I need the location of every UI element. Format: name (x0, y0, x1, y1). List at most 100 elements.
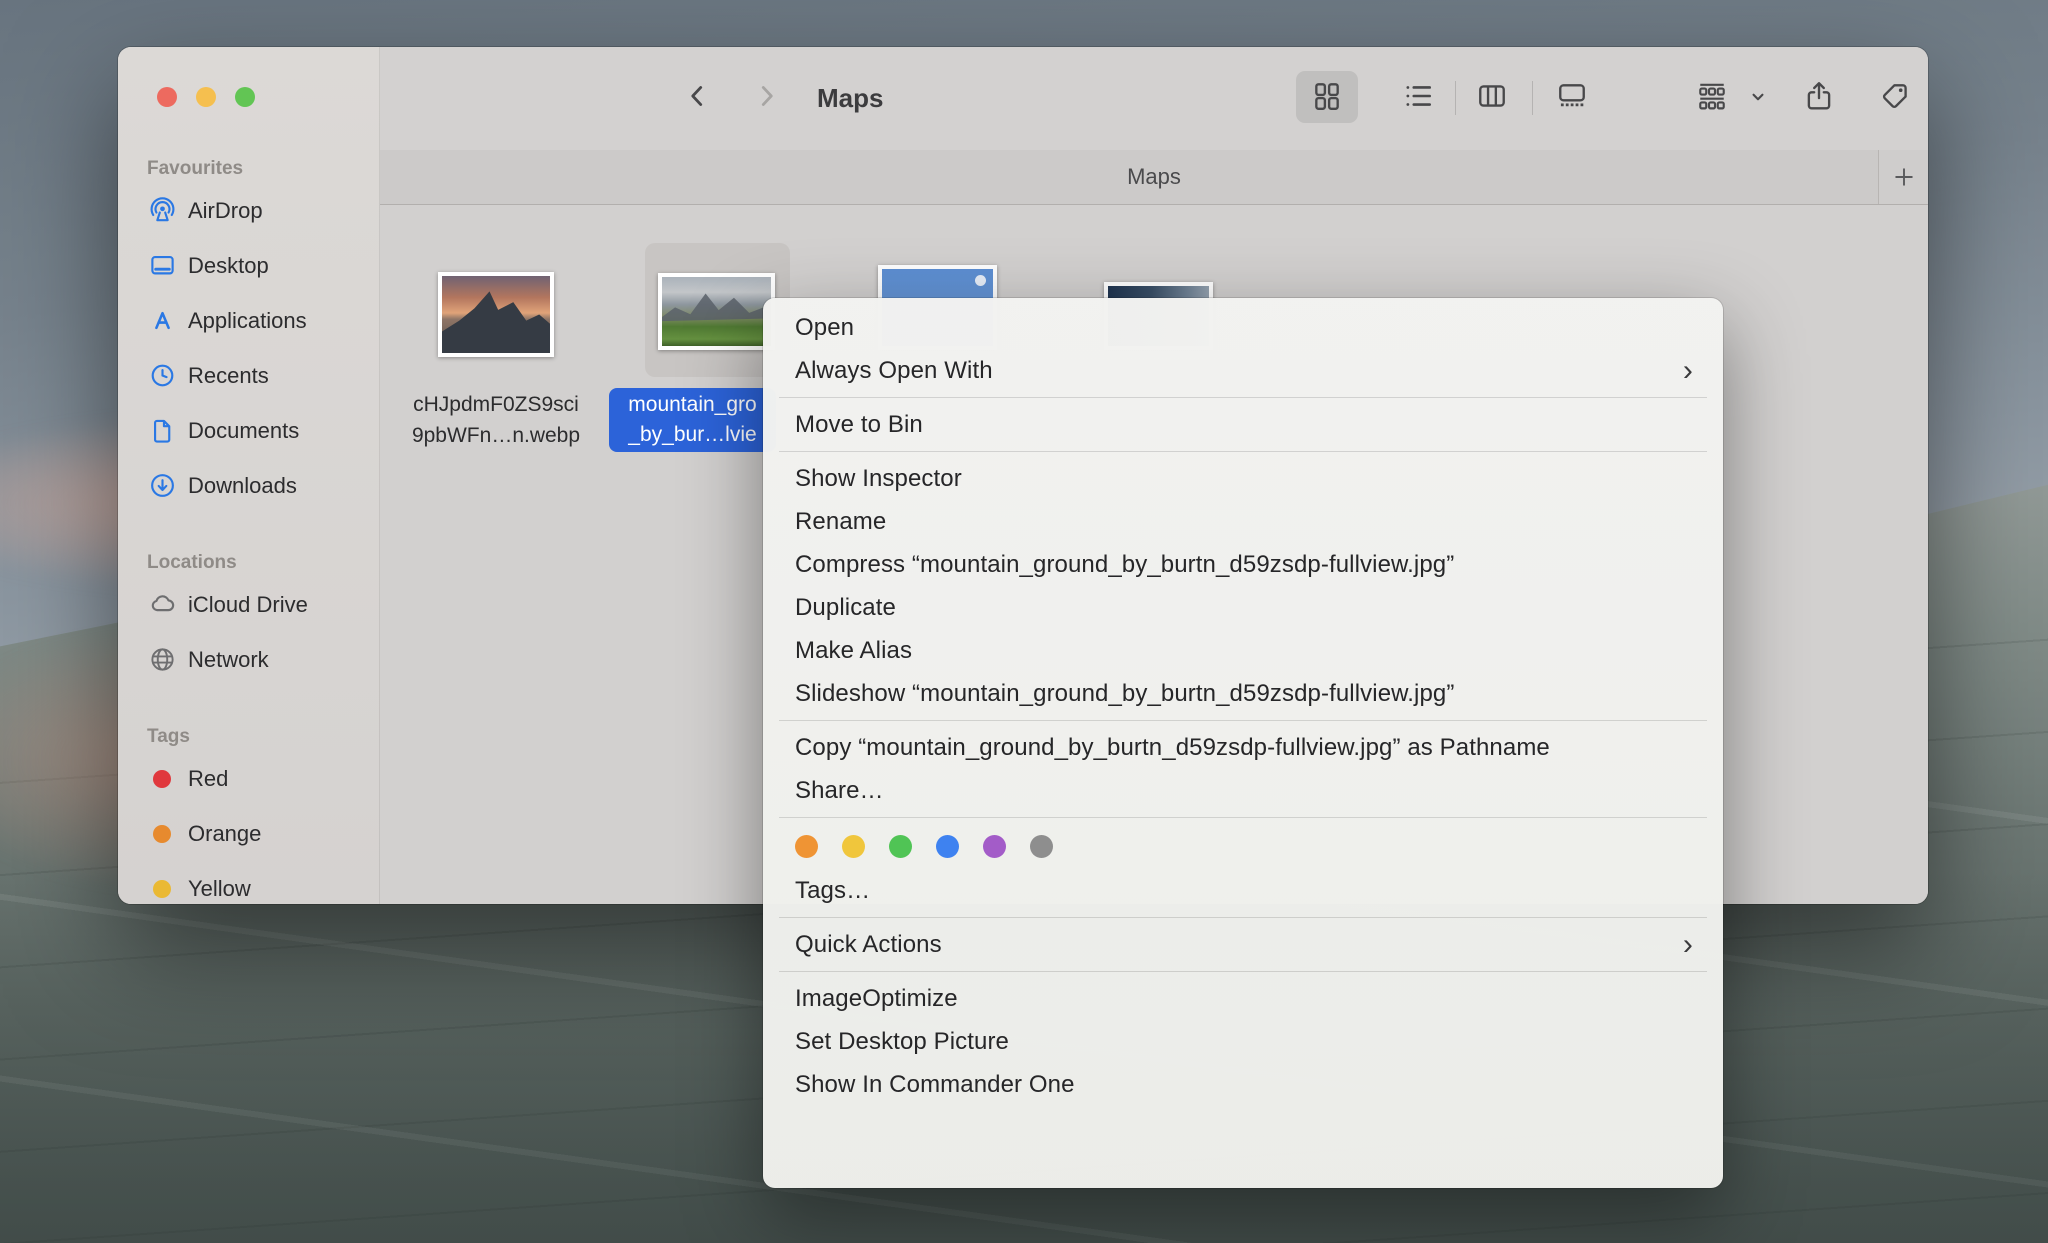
menu-item-label: Always Open With (795, 356, 993, 384)
desktop-icon (147, 251, 177, 281)
minimize-button[interactable] (196, 87, 216, 107)
sidebar-item-orange[interactable]: Orange (118, 806, 379, 861)
chevron-right-icon (761, 86, 773, 106)
menu-item-make-alias[interactable]: Make Alias (763, 629, 1723, 672)
tag-color-dot[interactable] (889, 834, 912, 858)
menu-item-label: Slideshow “mountain_ground_by_burtn_d59z… (795, 679, 1455, 707)
menu-item-copy-mountain-ground-by-burtn-d59zsdp-fu[interactable]: Copy “mountain_ground_by_burtn_d59zsdp-f… (763, 726, 1723, 769)
share-button[interactable] (1799, 76, 1839, 116)
tab-bar: Maps (380, 150, 1928, 205)
new-tab-button[interactable] (1878, 150, 1928, 204)
submenu-chevron-icon: › (1682, 353, 1693, 387)
screen: Favourites AirDrop Desktop Applications Rece… (0, 0, 2048, 1243)
menu-item-move-to-bin[interactable]: Move to Bin (763, 403, 1723, 446)
menu-item-compress-mountain-ground-by-burtn-d59zsd[interactable]: Compress “mountain_ground_by_burtn_d59zs… (763, 543, 1723, 586)
menu-item-label: ImageOptimize (795, 984, 958, 1012)
tag-color-dot[interactable] (795, 834, 818, 858)
menu-item-always-open-with[interactable]: Always Open With › (763, 349, 1723, 392)
tag-color-dot[interactable] (983, 834, 1006, 858)
sidebar-item-label: Red (188, 765, 229, 791)
menu-item-show-in-commander-one[interactable]: Show In Commander One (763, 1063, 1723, 1106)
gallery-view-button[interactable] (1552, 76, 1592, 116)
chevron-down-icon (1752, 93, 1764, 101)
sidebar-item-yellow[interactable]: Yellow (118, 861, 379, 904)
menu-item-imageoptimize[interactable]: ImageOptimize (763, 977, 1723, 1020)
group-by-icon (1699, 83, 1725, 110)
sidebar-item-network[interactable]: Network (118, 632, 379, 687)
menu-item-label: Share… (795, 776, 884, 804)
sidebar-item-red[interactable]: Red (118, 751, 379, 806)
menu-item-label: Show In Commander One (795, 1070, 1075, 1098)
menu-item-quick-actions[interactable]: Quick Actions › (763, 923, 1723, 966)
sidebar-item-label: Desktop (188, 252, 269, 278)
sidebar-item-label: Network (188, 646, 269, 672)
downloads-icon (147, 471, 177, 501)
network-icon (147, 645, 177, 675)
menu-item-label: Compress “mountain_ground_by_burtn_d59zs… (795, 550, 1455, 578)
menu-item-open[interactable]: Open (763, 306, 1723, 349)
green-alps-thumbnail[interactable] (658, 273, 775, 350)
tag-color-dot[interactable] (1030, 834, 1053, 858)
sidebar-item-icloud-drive[interactable]: iCloud Drive (118, 577, 379, 632)
submenu-chevron-icon: › (1682, 927, 1693, 961)
matterhorn-sunset-thumbnail[interactable] (438, 272, 554, 357)
zoom-button[interactable] (235, 87, 255, 107)
menu-item-label: Rename (795, 507, 887, 535)
menu-separator (779, 971, 1707, 972)
columns-view-button[interactable] (1472, 76, 1512, 116)
sidebar-section-heading: Tags (147, 726, 190, 747)
sidebar-item-label: Documents (188, 417, 300, 443)
window-controls (157, 87, 255, 107)
sidebar-item-airdrop[interactable]: AirDrop (118, 183, 379, 238)
close-button[interactable] (157, 87, 177, 107)
menu-item-show-inspector[interactable]: Show Inspector (763, 457, 1723, 500)
tag-dot-icon (147, 819, 177, 849)
menu-item-label: Set Desktop Picture (795, 1027, 1009, 1055)
sidebar-item-desktop[interactable]: Desktop (118, 238, 379, 293)
menu-separator (779, 451, 1707, 452)
icloud-icon (147, 590, 177, 620)
sidebar-item-applications[interactable]: Applications (118, 293, 379, 348)
menu-item-label: Show Inspector (795, 464, 962, 492)
plus-icon (1894, 168, 1913, 186)
back-button[interactable] (677, 76, 717, 116)
tab-maps[interactable]: Maps (380, 150, 1878, 204)
sidebar-item-documents[interactable]: Documents (118, 403, 379, 458)
tag-dot-icon (147, 874, 177, 904)
grid-view-button[interactable] (1307, 76, 1347, 116)
menu-item-label: Make Alias (795, 636, 913, 664)
airdrop-icon (147, 196, 177, 226)
documents-icon (147, 416, 177, 446)
menu-separator (779, 720, 1707, 721)
sidebar-item-recents[interactable]: Recents (118, 348, 379, 403)
share-icon (1807, 82, 1831, 110)
menu-item-slideshow-mountain-ground-by-burtn-d59zs[interactable]: Slideshow “mountain_ground_by_burtn_d59z… (763, 672, 1723, 715)
gallery-view-icon (1559, 84, 1585, 107)
sidebar-item-label: Downloads (188, 472, 297, 498)
grid-view-icon (1315, 83, 1339, 110)
chevron-left-icon (691, 86, 703, 106)
sidebar-item-label: iCloud Drive (188, 591, 308, 617)
list-view-button[interactable] (1398, 76, 1438, 116)
sidebar-item-downloads[interactable]: Downloads (118, 458, 379, 513)
sidebar-section-heading: Favourites (147, 158, 244, 179)
menu-item-share[interactable]: Share… (763, 769, 1723, 812)
menu-item-label: Copy “mountain_ground_by_burtn_d59zsdp-f… (795, 733, 1550, 761)
file-name-selected: mountain_gro _by_bur…lvie (609, 388, 776, 452)
toolbar: Maps (380, 47, 1928, 151)
menu-item-duplicate[interactable]: Duplicate (763, 586, 1723, 629)
tag-color-dot[interactable] (936, 834, 959, 858)
forward-button[interactable] (747, 76, 787, 116)
sidebar-item-label: AirDrop (188, 197, 263, 223)
file-name: cHJpdmF0ZS9sci 9pbWFn…n.webp (411, 393, 581, 447)
applications-icon (147, 306, 177, 336)
sidebar: Favourites AirDrop Desktop Applications Rece… (118, 47, 380, 904)
menu-item-tags[interactable]: Tags… (763, 869, 1723, 912)
menu-item-rename[interactable]: Rename (763, 500, 1723, 543)
menu-item-label: Tags… (795, 876, 871, 904)
menu-item-set-desktop-picture[interactable]: Set Desktop Picture (763, 1020, 1723, 1063)
tag-color-dot[interactable] (842, 834, 865, 858)
thumbnail-image (662, 277, 771, 346)
tags-button[interactable] (1876, 76, 1916, 116)
group-by-button[interactable] (1692, 76, 1732, 116)
